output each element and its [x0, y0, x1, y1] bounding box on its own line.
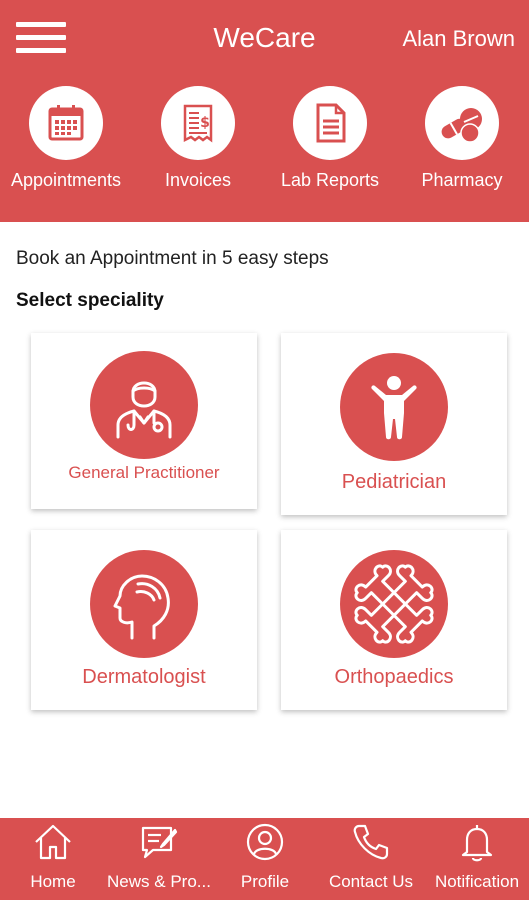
nav-contact[interactable]: Contact Us	[318, 818, 424, 900]
news-icon	[141, 826, 178, 859]
speciality-card-dermatologist[interactable]: Dermatologist	[31, 530, 257, 710]
bottom-nav: Home News & Pro... Profile Contact Us No…	[0, 818, 529, 900]
nav-news[interactable]: News & Pro...	[106, 818, 212, 900]
quick-action-label: Lab Reports	[280, 170, 380, 190]
receipt-icon: $	[161, 86, 235, 160]
quick-action-appointments[interactable]: Appointments	[0, 86, 132, 196]
quick-action-invoices[interactable]: $ Invoices	[132, 86, 264, 196]
home-icon	[35, 824, 71, 860]
nav-label: News & Pro...	[107, 872, 211, 891]
nav-label: Contact Us	[328, 872, 414, 891]
quick-action-label: Invoices	[164, 170, 232, 190]
speciality-card-orthopaedics[interactable]: Orthopaedics	[281, 530, 507, 710]
app-header: WeCare Alan Brown Appointments $ Invoice…	[0, 0, 529, 222]
svg-text:$: $	[200, 115, 210, 131]
nav-notification[interactable]: Notification	[424, 818, 529, 900]
nav-label: Profile	[240, 872, 290, 891]
phone-icon	[353, 824, 389, 860]
nav-label: Home	[30, 872, 76, 891]
profile-icon	[246, 823, 284, 861]
speciality-card-general-practitioner[interactable]: General Practitioner	[31, 333, 257, 509]
nav-home[interactable]: Home	[0, 818, 106, 900]
speciality-label: General Practitioner	[68, 463, 220, 482]
quick-action-pharmacy[interactable]: Pharmacy	[396, 86, 528, 196]
pills-icon	[425, 86, 499, 160]
speciality-card-pediatrician[interactable]: Pediatrician	[281, 333, 507, 515]
quick-action-lab-reports[interactable]: Lab Reports	[264, 86, 396, 196]
speciality-label: Pediatrician	[341, 471, 447, 493]
intro-text: Book an Appointment in 5 easy steps	[16, 248, 329, 269]
quick-action-label: Appointments	[10, 170, 122, 190]
crossed-bones-icon	[340, 550, 448, 658]
nav-profile[interactable]: Profile	[212, 818, 318, 900]
calendar-icon	[29, 86, 103, 160]
nav-label: Notification	[434, 872, 520, 891]
child-icon	[340, 353, 448, 461]
speciality-label: Orthopaedics	[334, 666, 454, 688]
section-title: Select speciality	[16, 290, 164, 311]
document-icon	[293, 86, 367, 160]
head-profile-icon	[90, 550, 198, 658]
quick-action-label: Pharmacy	[421, 170, 503, 190]
speciality-label: Dermatologist	[82, 666, 206, 688]
user-name[interactable]: Alan Brown	[402, 26, 515, 52]
doctor-icon	[90, 351, 198, 459]
top-bar: WeCare Alan Brown	[0, 0, 529, 78]
bell-icon	[461, 825, 493, 862]
